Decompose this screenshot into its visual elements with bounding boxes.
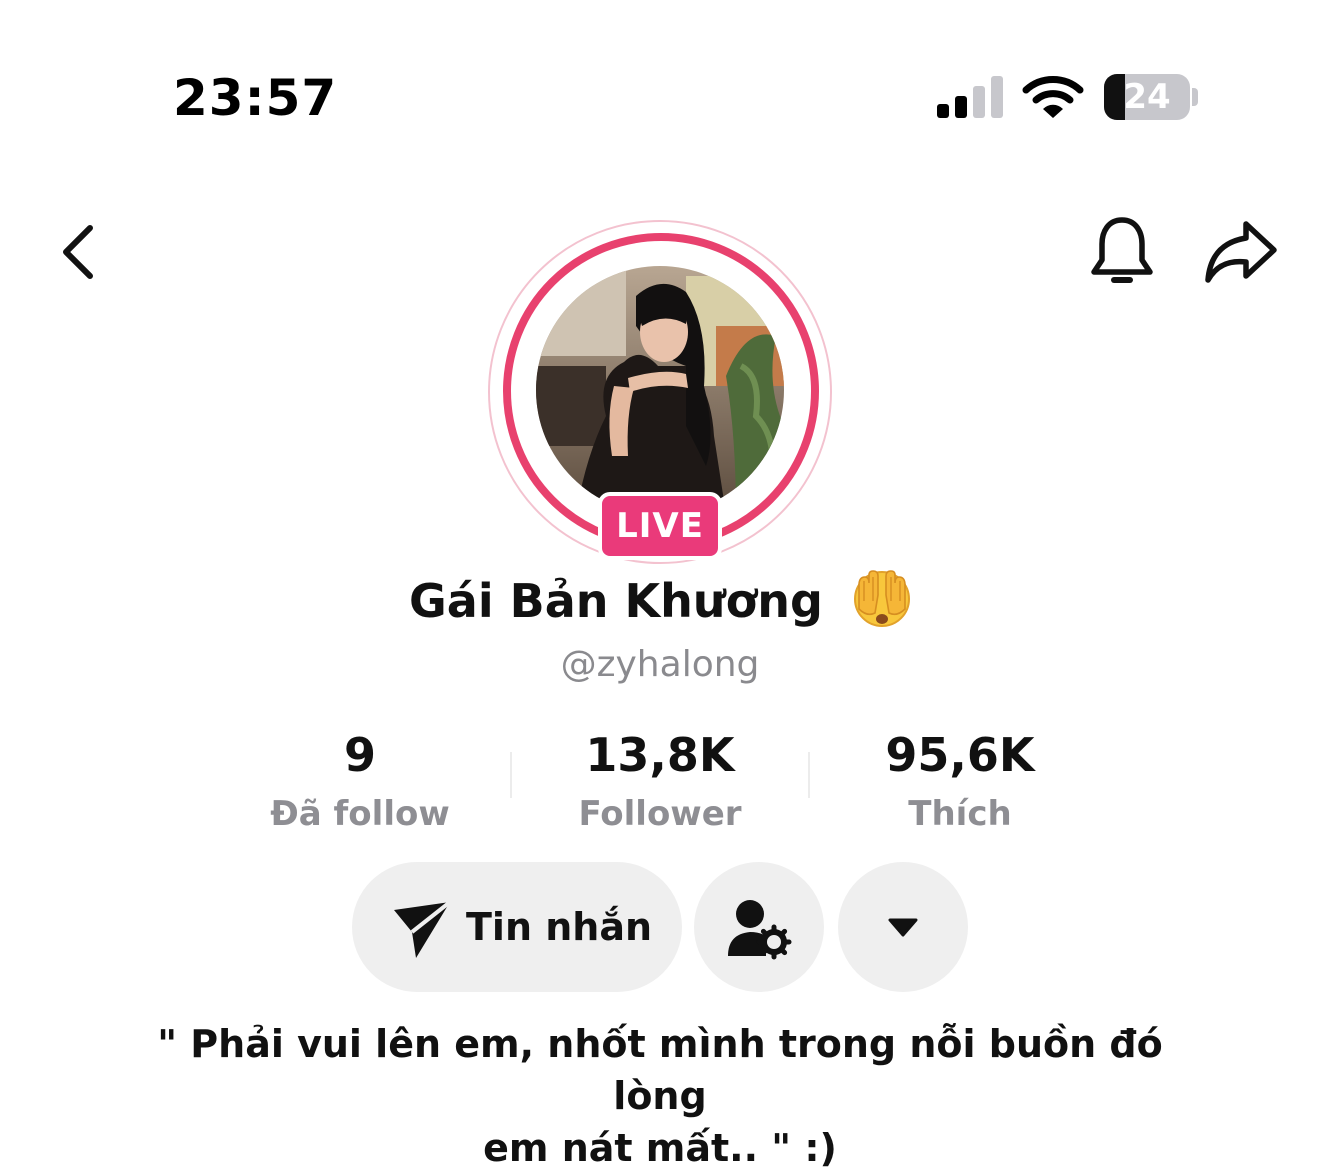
- profile-bio: " Phải vui lên em, nhốt mình trong nỗi b…: [130, 1018, 1190, 1174]
- more-options-button[interactable]: [838, 862, 968, 992]
- user-gear-icon: [728, 900, 792, 960]
- bio-line: em nát mất.. " :): [483, 1126, 837, 1170]
- signal-bar: [937, 104, 949, 118]
- battery-percentage: 24: [1123, 77, 1171, 117]
- stat-divider: [808, 752, 810, 798]
- wifi-icon: [1022, 76, 1084, 118]
- message-button-label: Tin nhắn: [466, 905, 653, 949]
- bell-icon: [1091, 217, 1153, 283]
- bio-line: " Phải vui lên em, nhốt mình trong nỗi b…: [157, 1022, 1163, 1118]
- avatar[interactable]: [536, 266, 784, 514]
- stat-followers-value: 13,8K: [585, 728, 735, 782]
- back-button[interactable]: [52, 220, 112, 284]
- stat-divider: [510, 752, 512, 798]
- chevron-left-icon: [63, 225, 93, 279]
- live-badge[interactable]: LIVE: [598, 492, 722, 560]
- signal-bar: [973, 86, 985, 118]
- stat-following[interactable]: 9 Đã follow: [230, 722, 490, 840]
- caret-down-icon: [888, 918, 918, 937]
- display-name: Gái Bản Khương: [409, 574, 823, 628]
- signal-bar: [955, 96, 967, 118]
- send-icon: [394, 900, 452, 958]
- share-arrow-icon: [1205, 221, 1277, 283]
- follow-settings-button[interactable]: [694, 862, 824, 992]
- message-button[interactable]: Tin nhắn: [352, 862, 682, 992]
- notification-bell-button[interactable]: [1086, 212, 1158, 292]
- stat-followers-label: Follower: [578, 794, 742, 834]
- stat-likes-value: 95,6K: [885, 728, 1035, 782]
- battery-tip: [1192, 88, 1198, 106]
- share-button[interactable]: [1202, 216, 1280, 288]
- profile-name-row: Gái Bản Khương: [0, 568, 1320, 634]
- stat-likes[interactable]: 95,6K Thích: [830, 722, 1090, 840]
- signal-bar: [991, 76, 1003, 118]
- stat-following-label: Đã follow: [270, 794, 450, 834]
- stat-followers[interactable]: 13,8K Follower: [530, 722, 790, 840]
- face-with-hands-over-eyes-emoji: [853, 569, 910, 627]
- cellular-signal-icon: [937, 76, 1003, 118]
- stat-following-value: 9: [343, 728, 376, 782]
- status-time: 23:57: [173, 69, 338, 127]
- username-handle: @zyhalong: [560, 644, 760, 685]
- battery-icon: 24: [1104, 74, 1190, 120]
- stat-likes-label: Thích: [908, 794, 1012, 834]
- avatar-photo: [536, 266, 784, 514]
